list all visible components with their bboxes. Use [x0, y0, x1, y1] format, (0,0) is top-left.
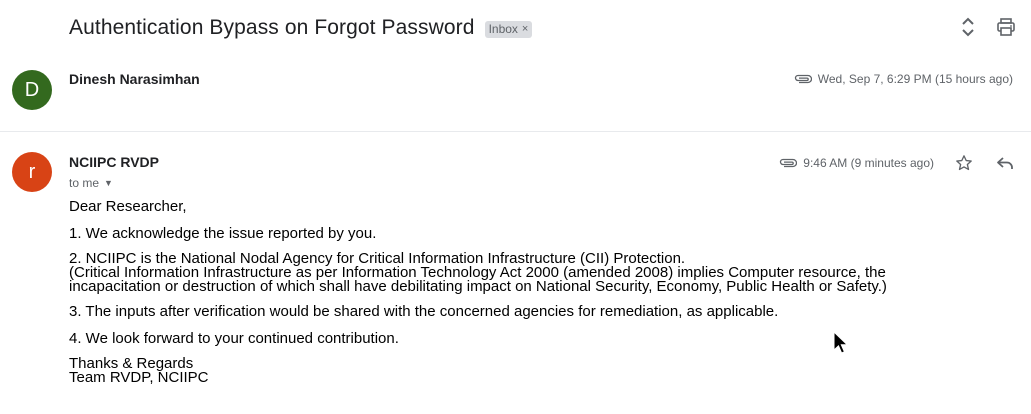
attachment-icon — [779, 158, 798, 168]
body-paragraph: 1. We acknowledge the issue reported by … — [69, 225, 377, 242]
unfold-icon[interactable] — [957, 16, 979, 38]
sender-name[interactable]: NCIIPC RVDP — [69, 154, 159, 170]
email-thread-view: Authentication Bypass on Forgot Password… — [0, 0, 1031, 414]
sender-name[interactable]: Dinesh Narasimhan — [69, 71, 200, 87]
avatar-letter: r — [28, 160, 36, 183]
avatar-letter: D — [24, 78, 40, 101]
recipient-details-toggle[interactable]: to me ▼ — [69, 176, 113, 190]
attachment-icon — [794, 74, 812, 84]
message-meta: 9:46 AM (9 minutes ago) — [779, 156, 934, 170]
message-date: Wed, Sep 7, 6:29 PM (15 hours ago) — [817, 72, 1013, 86]
avatar[interactable]: r — [12, 152, 52, 192]
subject-row: Authentication Bypass on Forgot Password… — [69, 14, 533, 42]
message-body: Dear Researcher, 1. We acknowledge the i… — [69, 198, 1019, 385]
body-paragraph: 4. We look forward to your continued con… — [69, 330, 399, 347]
print-icon[interactable] — [995, 16, 1017, 38]
mouse-cursor-icon — [833, 330, 849, 360]
thread-toolbar — [957, 16, 1017, 38]
greeting: Dear Researcher, — [69, 198, 187, 215]
body-paragraph: incapacitation or destruction of which s… — [69, 278, 887, 295]
reply-icon[interactable] — [993, 151, 1017, 175]
star-icon[interactable] — [952, 151, 976, 175]
inbox-label-text: Inbox — [488, 21, 518, 36]
message-divider — [0, 131, 1031, 132]
inbox-label-chip[interactable]: Inbox × — [484, 20, 533, 38]
email-subject: Authentication Bypass on Forgot Password — [69, 16, 475, 39]
chevron-down-icon[interactable]: ▼ — [104, 178, 113, 188]
recipient-text: to me — [69, 176, 100, 190]
signature: Team RVDP, NCIIPC — [69, 369, 209, 386]
message-actions: 9:46 AM (9 minutes ago) — [779, 151, 1017, 175]
message-meta: Wed, Sep 7, 6:29 PM (15 hours ago) — [794, 72, 1013, 86]
avatar[interactable]: D — [12, 70, 52, 110]
message-date: 9:46 AM (9 minutes ago) — [803, 156, 934, 170]
signoff: Thanks & Regards — [69, 355, 194, 372]
remove-label-icon[interactable]: × — [522, 23, 528, 35]
body-paragraph: 3. The inputs after verification would b… — [69, 303, 779, 320]
